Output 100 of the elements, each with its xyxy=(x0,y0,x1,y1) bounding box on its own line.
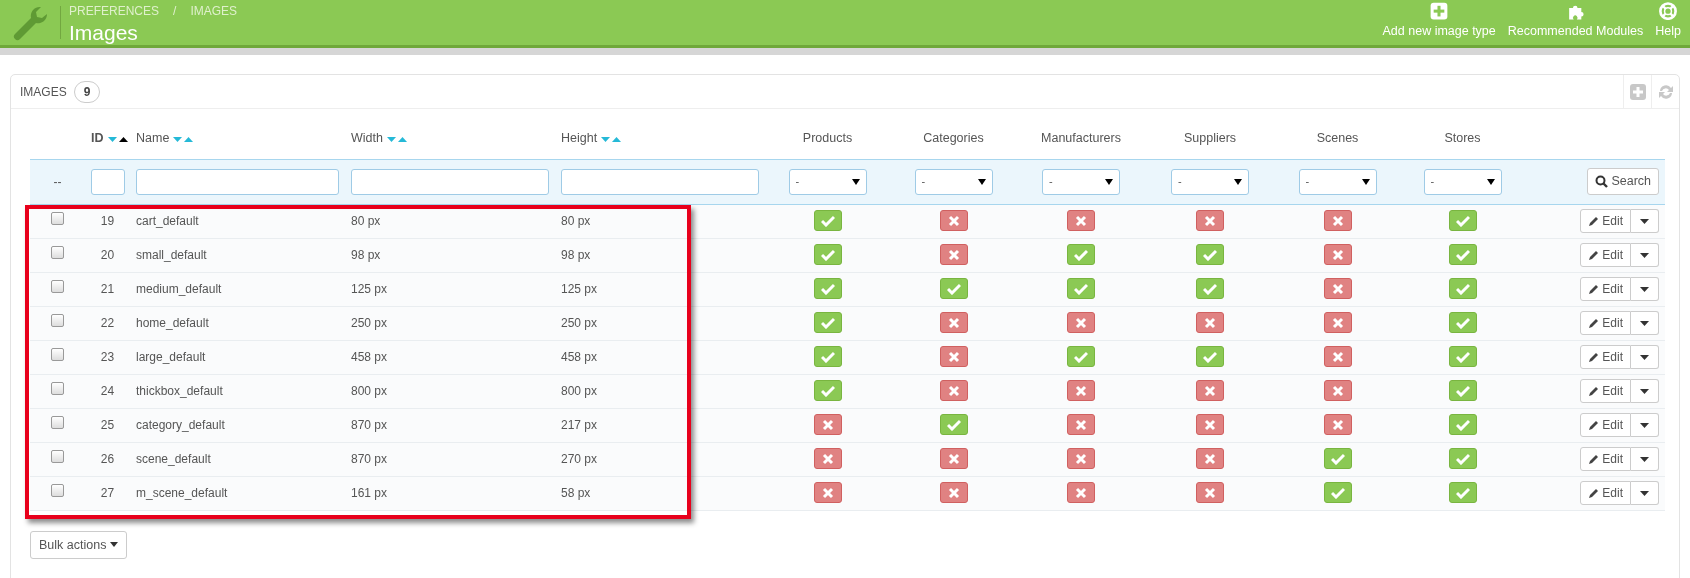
add-icon[interactable] xyxy=(1629,83,1646,100)
pencil-icon xyxy=(1588,487,1600,499)
column-header[interactable]: ID xyxy=(91,131,104,146)
edit-button[interactable]: Edit xyxy=(1580,209,1631,233)
caret-icon xyxy=(1640,252,1649,258)
enabled-toggle[interactable] xyxy=(1196,346,1224,368)
enabled-toggle[interactable] xyxy=(939,414,968,436)
enabled-toggle[interactable] xyxy=(1196,244,1224,266)
edit-button[interactable]: Edit xyxy=(1580,413,1631,437)
dropdown-toggle-button[interactable] xyxy=(1631,277,1659,301)
check-icon xyxy=(1455,486,1470,499)
dropdown-toggle-button[interactable] xyxy=(1631,243,1659,267)
filter-dropdown[interactable]: - xyxy=(1171,168,1249,195)
enabled-toggle[interactable] xyxy=(813,312,842,334)
check-icon xyxy=(1330,486,1345,499)
cross-icon xyxy=(947,214,960,227)
sort-descending-icon[interactable] xyxy=(173,134,183,144)
check-icon xyxy=(820,350,835,363)
caret-icon xyxy=(1640,422,1649,428)
page-title: Images xyxy=(68,20,139,46)
enabled-toggle[interactable] xyxy=(1448,346,1477,368)
check-icon xyxy=(946,418,961,431)
column-header[interactable]: Name xyxy=(136,131,170,146)
row-checkbox[interactable] xyxy=(51,212,64,225)
bulk-actions-button[interactable]: Bulk actions xyxy=(30,530,128,560)
row-checkbox[interactable] xyxy=(51,382,64,395)
filter-dropdown[interactable]: - xyxy=(1298,168,1377,195)
check-icon xyxy=(1203,350,1217,363)
filter-dropdown[interactable]: - xyxy=(788,168,867,195)
dropdown-toggle-button[interactable] xyxy=(1631,379,1659,403)
row-id: 27 xyxy=(100,486,115,500)
row-checkbox[interactable] xyxy=(51,280,64,293)
enabled-toggle[interactable] xyxy=(813,278,842,300)
check-icon xyxy=(820,384,835,397)
check-icon xyxy=(820,214,835,227)
search-button[interactable]: Search xyxy=(1587,168,1659,195)
row-checkbox[interactable] xyxy=(51,450,64,463)
row-checkbox[interactable] xyxy=(51,484,64,497)
edit-button[interactable]: Edit xyxy=(1580,447,1631,471)
filter-dropdown[interactable]: - xyxy=(914,168,993,195)
enabled-toggle[interactable] xyxy=(1448,380,1477,402)
dropdown-toggle-button[interactable] xyxy=(1631,447,1659,471)
filter-dropdown[interactable]: - xyxy=(1042,168,1120,195)
cross-icon xyxy=(947,452,960,465)
edit-button[interactable]: Edit xyxy=(1580,379,1631,403)
dropdown-toggle-button[interactable] xyxy=(1631,345,1659,369)
row-id: 25 xyxy=(100,418,115,432)
row-checkbox[interactable] xyxy=(51,246,64,259)
dropdown-toggle-button[interactable] xyxy=(1631,413,1659,437)
edit-button[interactable]: Edit xyxy=(1580,481,1631,505)
row-checkbox[interactable] xyxy=(51,416,64,429)
enabled-toggle[interactable] xyxy=(1448,210,1477,232)
dropdown-toggle-button[interactable] xyxy=(1631,209,1659,233)
enabled-toggle[interactable] xyxy=(1067,346,1095,368)
cross-icon xyxy=(947,384,960,397)
cross-icon xyxy=(1204,452,1216,465)
edit-button[interactable]: Edit xyxy=(1580,277,1631,301)
cross-icon xyxy=(1204,316,1216,329)
enabled-toggle[interactable] xyxy=(1448,482,1477,504)
enabled-toggle[interactable] xyxy=(1448,414,1477,436)
column-header[interactable]: Width xyxy=(351,131,383,146)
enabled-toggle[interactable] xyxy=(1448,244,1477,266)
sort-descending-icon[interactable] xyxy=(601,134,611,144)
sort-ascending-icon[interactable] xyxy=(118,134,128,144)
edit-button[interactable]: Edit xyxy=(1580,345,1631,369)
filter-field[interactable] xyxy=(136,168,339,195)
enabled-toggle[interactable] xyxy=(1448,312,1477,334)
enabled-toggle[interactable] xyxy=(813,210,842,232)
enabled-toggle[interactable] xyxy=(1196,278,1224,300)
enabled-toggle[interactable] xyxy=(1067,244,1095,266)
enabled-toggle[interactable] xyxy=(939,278,968,300)
dropdown-toggle-button[interactable] xyxy=(1631,481,1659,505)
caret-icon xyxy=(1640,490,1649,496)
row-id: 26 xyxy=(100,452,115,466)
enabled-toggle[interactable] xyxy=(1448,278,1477,300)
enabled-toggle[interactable] xyxy=(813,346,842,368)
row-checkbox[interactable] xyxy=(51,348,64,361)
enabled-toggle[interactable] xyxy=(813,244,842,266)
column-header: Scenes xyxy=(1316,131,1359,146)
filter-dropdown[interactable]: - xyxy=(1423,168,1502,195)
enabled-toggle[interactable] xyxy=(813,380,842,402)
enabled-toggle[interactable] xyxy=(1323,482,1352,504)
enabled-toggle[interactable] xyxy=(1067,278,1095,300)
row-checkbox[interactable] xyxy=(51,314,64,327)
edit-button[interactable]: Edit xyxy=(1580,311,1631,335)
filter-field[interactable] xyxy=(351,168,549,195)
column-header[interactable]: Height xyxy=(561,131,598,146)
enabled-toggle[interactable] xyxy=(1323,448,1352,470)
cross-icon xyxy=(1075,316,1087,329)
enabled-toggle[interactable] xyxy=(1448,448,1477,470)
sort-descending-icon[interactable] xyxy=(386,134,396,144)
filter-field[interactable] xyxy=(91,168,125,195)
column-header: Stores xyxy=(1444,131,1481,146)
edit-button[interactable]: Edit xyxy=(1580,243,1631,267)
filter-field[interactable] xyxy=(561,168,759,195)
cross-icon xyxy=(947,248,960,261)
check-icon xyxy=(946,282,961,295)
dropdown-toggle-button[interactable] xyxy=(1631,311,1659,335)
refresh-icon[interactable] xyxy=(1656,83,1675,100)
check-icon xyxy=(820,282,835,295)
